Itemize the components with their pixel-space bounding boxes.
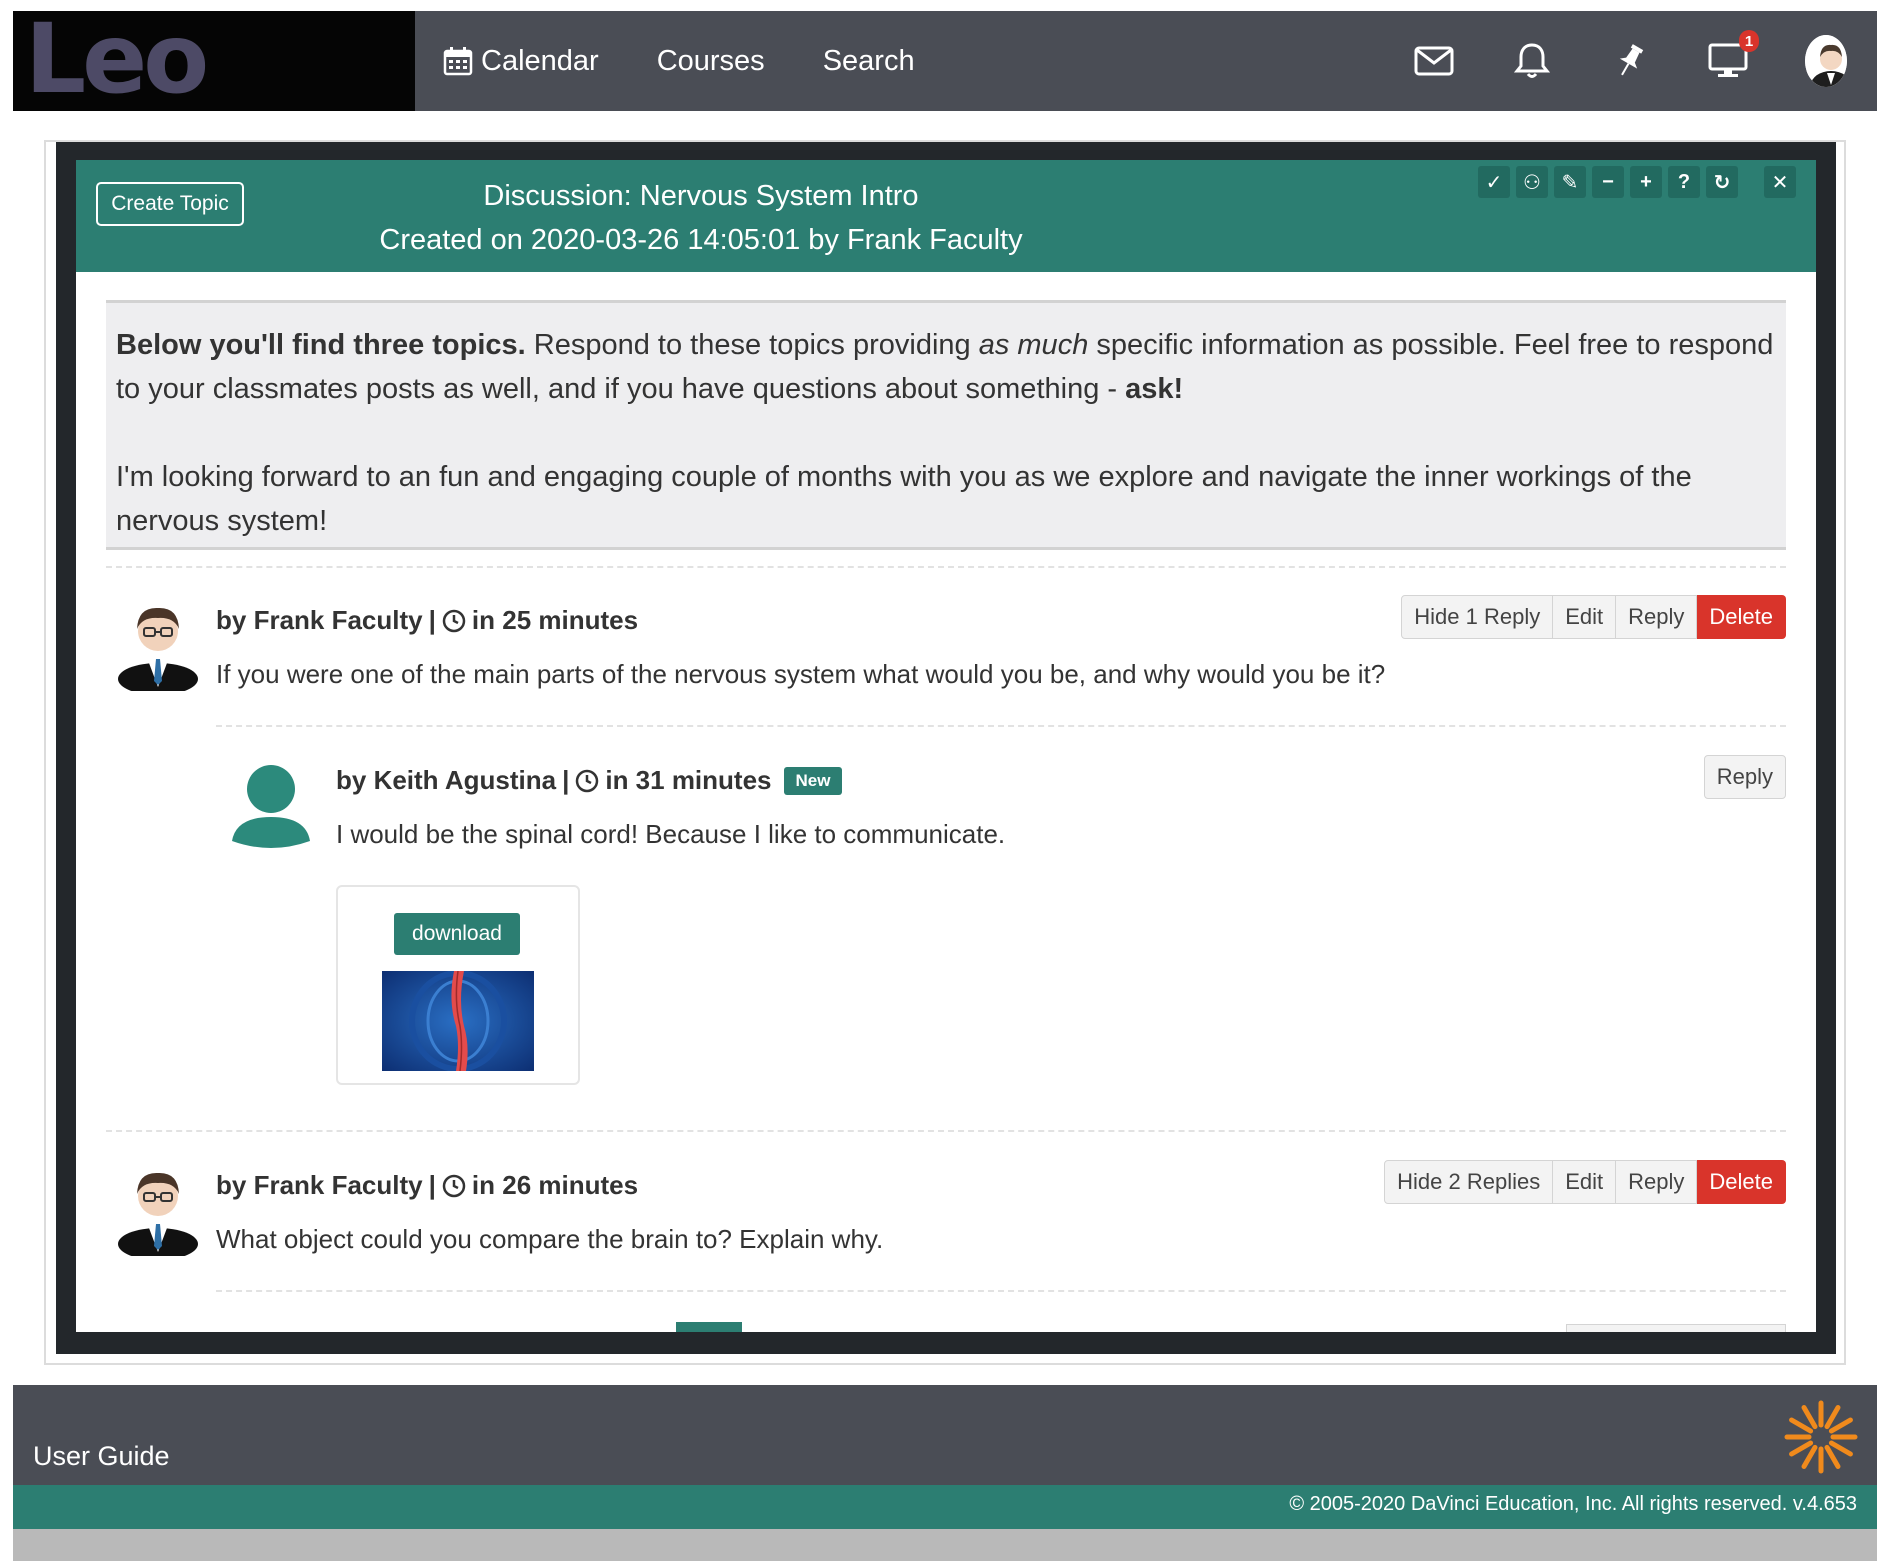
post-item: by Frank Faculty | in 25 minutes If you … xyxy=(106,595,1786,695)
nav-calendar[interactable]: Calendar xyxy=(443,45,599,78)
post-author: by Frank Faculty xyxy=(216,605,423,635)
nav-calendar-label: Calendar xyxy=(481,44,599,77)
divider xyxy=(106,566,1786,568)
bell-icon xyxy=(1514,43,1550,78)
check-icon[interactable]: ✓ xyxy=(1478,166,1510,198)
calendar-icon xyxy=(443,47,473,76)
post-author: by Frank Faculty xyxy=(216,1170,423,1200)
reply-button[interactable]: Reply xyxy=(1703,755,1786,799)
post-meta-separator: | xyxy=(562,765,570,795)
intro-paragraph-2: I'm looking forward to an fun and engagi… xyxy=(116,461,1692,537)
reply-item: by Keith Agustina | in 31 minutes New I … xyxy=(226,755,1786,865)
post-meta-separator: | xyxy=(428,605,436,635)
post-time: in 31 minutes xyxy=(605,765,772,795)
logo[interactable]: Leo xyxy=(25,3,209,115)
divider xyxy=(216,1290,1786,1292)
close-icon[interactable]: ✕ xyxy=(1764,166,1796,198)
user-menu[interactable] xyxy=(1805,35,1847,87)
help-icon[interactable]: ? xyxy=(1668,166,1700,198)
notifications-button[interactable] xyxy=(1511,40,1553,82)
post-item: by Frank Faculty | in 26 minutes What ob… xyxy=(106,1160,1786,1260)
hide-replies-button[interactable]: Hide 1 Reply xyxy=(1401,595,1554,639)
divider xyxy=(106,1130,1786,1132)
attachment-card: download xyxy=(336,885,580,1085)
minus-icon[interactable]: − xyxy=(1592,166,1624,198)
sunburst-logo-icon xyxy=(1784,1400,1858,1474)
edit-button[interactable]: Edit xyxy=(1553,595,1617,639)
discussion-intro: Below you'll find three topics. Respond … xyxy=(106,300,1786,550)
discussion-header: Create Topic Discussion: Nervous System … xyxy=(76,160,1816,272)
faculty-avatar xyxy=(118,1172,198,1256)
copyright-bar: © 2005-2020 DaVinci Education, Inc. All … xyxy=(13,1485,1877,1529)
student-avatar xyxy=(232,765,310,848)
discussion-title: Discussion: Nervous System Intro xyxy=(483,180,919,212)
divider xyxy=(216,725,1786,727)
post-time: in 25 minutes xyxy=(471,605,639,635)
post-meta: by Frank Faculty | in 25 minutes xyxy=(216,605,638,636)
post-meta-separator: | xyxy=(428,1170,436,1200)
clock-icon xyxy=(442,609,466,632)
logo-area[interactable]: Leo xyxy=(13,3,415,115)
post-body: What object could you compare the brain … xyxy=(216,1224,884,1254)
discussion-title-block: Discussion: Nervous System Intro Created… xyxy=(76,174,1326,262)
new-badge: New xyxy=(783,766,843,795)
clock-icon xyxy=(576,769,599,792)
edit-button[interactable]: Edit xyxy=(1553,1160,1617,1204)
intro-italic: as much xyxy=(978,329,1089,361)
post-actions: Hide 1 Reply Edit Reply Delete xyxy=(1401,595,1786,639)
intro-text: Respond to these topics providing xyxy=(525,329,979,361)
intro-ask: ask! xyxy=(1125,373,1184,405)
nav-courses-label: Courses xyxy=(656,44,765,77)
copyright-text: © 2005-2020 DaVinci Education, Inc. All … xyxy=(1289,1493,1857,1515)
nav-search-label: Search xyxy=(822,44,915,77)
user-avatar xyxy=(1805,35,1847,87)
mail-button[interactable] xyxy=(1413,40,1455,82)
nav-links: Calendar Courses Search xyxy=(443,11,915,111)
intro-paragraph-1: Below you'll find three topics. Respond … xyxy=(116,323,1776,411)
spine-image[interactable] xyxy=(382,971,534,1071)
top-navbar: Leo Calendar Courses Search 1 xyxy=(13,3,1877,115)
intro-bold: Below you'll find three topics. xyxy=(116,329,526,361)
clock-icon xyxy=(442,1174,466,1197)
refresh-icon[interactable]: ↻ xyxy=(1706,166,1738,198)
monitor-button[interactable]: 1 xyxy=(1707,30,1759,82)
pin-button[interactable] xyxy=(1609,40,1651,82)
user-guide-link[interactable]: User Guide xyxy=(33,1441,170,1472)
mail-icon xyxy=(1414,46,1454,76)
delete-button[interactable]: Delete xyxy=(1697,1160,1786,1204)
partial-button-group xyxy=(1566,1324,1786,1332)
nav-search[interactable]: Search xyxy=(823,45,915,78)
download-button[interactable]: download xyxy=(394,913,520,955)
footer: User Guide xyxy=(13,1385,1877,1485)
plus-icon[interactable]: + xyxy=(1630,166,1662,198)
post-time: in 26 minutes xyxy=(471,1170,639,1200)
post-meta: by Keith Agustina | in 31 minutes New xyxy=(336,765,843,796)
pin-icon xyxy=(1619,44,1644,76)
nav-icons: 1 xyxy=(1413,11,1847,111)
delete-button[interactable]: Delete xyxy=(1697,595,1786,639)
bottom-strip xyxy=(13,1529,1877,1561)
panel-toolbar: ✓ ⚇ ✎ − + ? ↻ ✕ xyxy=(1478,166,1796,198)
pencil-icon[interactable]: ✎ xyxy=(1554,166,1586,198)
users-icon[interactable]: ⚇ xyxy=(1516,166,1548,198)
monitor-badge: 1 xyxy=(1739,30,1759,52)
reply-button[interactable]: Reply xyxy=(1616,1160,1698,1204)
reply-button[interactable]: Reply xyxy=(1616,595,1698,639)
post-body: If you were one of the main parts of the… xyxy=(216,659,1386,689)
partial-badge xyxy=(676,1322,742,1332)
nav-courses[interactable]: Courses xyxy=(657,45,765,78)
discussion-panel: Create Topic Discussion: Nervous System … xyxy=(76,160,1816,1332)
discussion-subtitle: Created on 2020-03-26 14:05:01 by Frank … xyxy=(379,224,1023,256)
post-body: I would be the spinal cord! Because I li… xyxy=(336,819,1006,849)
faculty-avatar xyxy=(118,607,198,691)
hide-replies-button[interactable]: Hide 2 Replies xyxy=(1384,1160,1554,1204)
post-actions: Hide 2 Replies Edit Reply Delete xyxy=(1384,1160,1786,1204)
post-meta: by Frank Faculty | in 26 minutes xyxy=(216,1170,638,1201)
post-actions: Reply xyxy=(1703,755,1786,799)
post-author: by Keith Agustina xyxy=(336,765,557,795)
